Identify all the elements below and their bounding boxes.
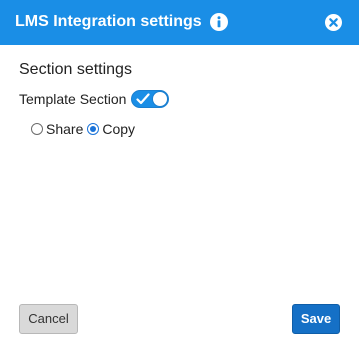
dialog-header: LMS Integration settings	[0, 0, 359, 45]
share-copy-radio-group: Share Copy	[31, 120, 139, 138]
template-section-label: Template Section	[19, 91, 127, 107]
lms-integration-dialog: LMS Integration settings Section setting…	[0, 0, 359, 340]
section-settings-heading: Section settings	[19, 61, 132, 78]
copy-radio-label[interactable]: Copy	[102, 121, 135, 137]
template-section-row: Template Section	[19, 89, 170, 109]
info-icon[interactable]	[210, 13, 228, 31]
close-icon[interactable]	[325, 14, 342, 31]
dialog-title: LMS Integration settings	[15, 13, 202, 30]
share-radio[interactable]	[31, 123, 43, 135]
copy-radio[interactable]	[87, 123, 100, 135]
cancel-button[interactable]: Cancel	[19, 304, 78, 334]
share-radio-label[interactable]: Share	[46, 121, 83, 137]
checkmark-icon	[136, 93, 151, 105]
save-button[interactable]: Save	[292, 304, 340, 334]
template-section-toggle[interactable]	[131, 90, 170, 108]
toggle-knob	[152, 91, 169, 107]
